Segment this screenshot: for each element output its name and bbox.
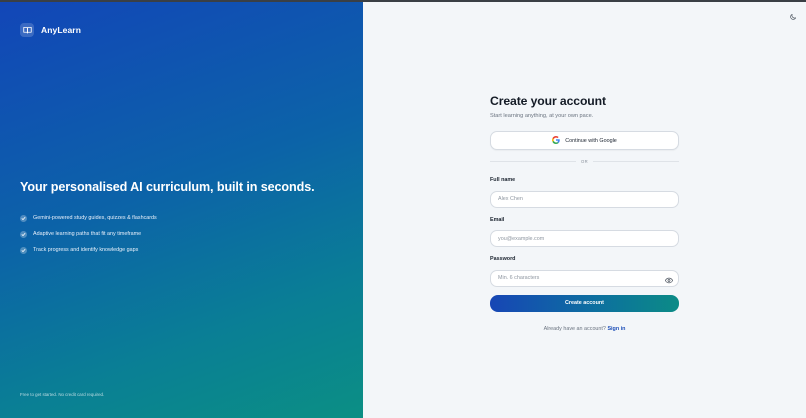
hero-footnote: Free to get started. No credit card requ… [20,392,105,397]
feature-text: Adaptive learning paths that fit any tim… [33,231,142,237]
full-name-wrap [490,187,679,208]
signin-prompt: Already have an account? [543,325,606,332]
email-input[interactable] [490,230,679,247]
signup-panel: Create your account Start learning anyth… [363,2,806,418]
divider-text: OR [580,159,589,164]
password-input[interactable] [490,269,679,287]
password-group: Password [490,256,679,287]
create-account-button[interactable]: Create account [490,294,679,312]
divider-line [593,161,679,162]
full-name-input[interactable] [490,190,679,208]
google-icon [552,135,560,146]
feature-item: Adaptive learning paths that fit any tim… [20,226,157,242]
password-label: Password [490,256,516,262]
feature-text: Track progress and identify knowledge ga… [33,247,139,253]
check-icon [20,214,27,222]
feature-list: Gemini-powered study guides, quizzes & f… [20,210,157,258]
full-name-group: Full name [490,177,679,208]
signin-link[interactable]: Sign in [607,326,625,332]
full-name-label: Full name [490,177,516,183]
feature-item: Gemini-powered study guides, quizzes & f… [20,210,157,226]
hero-headline: Your personalised AI curriculum, built i… [20,180,315,194]
email-label: Email [490,216,505,223]
password-wrap [490,266,679,287]
signup-form: Create your account Start learning anyth… [490,94,679,332]
eye-icon[interactable] [664,271,674,284]
book-icon [20,23,34,37]
moon-icon[interactable] [788,12,798,22]
brand-name: AnyLearn [41,25,82,35]
email-group: Email [490,216,679,247]
page-title: Create your account [490,94,606,108]
signin-row: Already have an account? Sign in [490,326,679,332]
check-icon [20,246,27,254]
google-signin-button[interactable]: Continue with Google [490,131,679,150]
divider-line [490,161,576,162]
feature-text: Gemini-powered study guides, quizzes & f… [33,215,157,221]
hero-panel: AnyLearn Your personalised AI curriculum… [0,2,363,418]
page-subtitle: Start learning anything, at your own pac… [490,113,594,119]
or-divider: OR [490,158,679,165]
check-icon [20,230,27,238]
email-wrap [490,227,679,247]
brand[interactable]: AnyLearn [20,23,81,37]
feature-item: Track progress and identify knowledge ga… [20,242,157,258]
google-button-label: Continue with Google [565,137,617,144]
